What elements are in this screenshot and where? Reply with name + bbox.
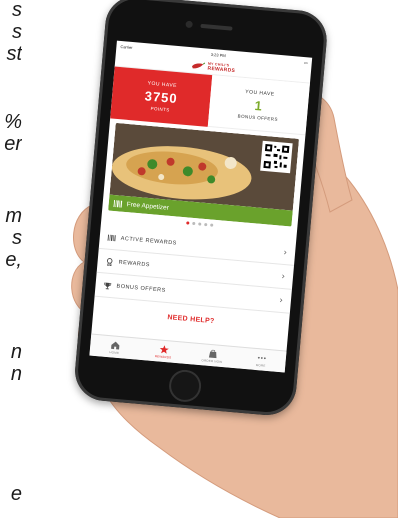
trophy-icon	[104, 282, 112, 289]
brand-bottom-text: REWARDS	[207, 65, 236, 74]
chevron-right-icon: ›	[280, 271, 286, 282]
bonus-caption: YOU HAVE	[245, 88, 275, 98]
app-screen: Carrier 3:23 PM ▭ MY CHILI'S REWARDS YOU…	[89, 40, 313, 373]
carousel-dot[interactable]	[203, 222, 207, 227]
bonus-box[interactable]: YOU HAVE 1 BONUS OFFERS	[207, 75, 310, 136]
edge-fragment: er	[4, 134, 22, 155]
edge-fragment: s	[12, 22, 22, 43]
barcode-icon	[107, 234, 116, 241]
tab-label: REWARDS	[154, 353, 172, 360]
bonus-value: 1	[254, 97, 264, 114]
carousel-dot[interactable]	[209, 223, 213, 227]
camera-icon	[185, 20, 193, 29]
bottom-tab-bar: HOME REWARDS ORDER NOW MORE	[89, 333, 287, 373]
edge-fragment: s	[12, 0, 22, 21]
rewards-menu: ACTIVE REWARDS › REWARDS › BONUS OFFERS …	[94, 224, 297, 314]
bonus-unit: BONUS OFFERS	[237, 112, 279, 122]
battery-icon: ▭	[303, 59, 308, 65]
tab-label: ORDER NOW	[201, 357, 223, 364]
chili-pepper-icon	[191, 61, 205, 68]
chevron-right-icon: ›	[278, 295, 284, 306]
ribbon-icon	[106, 257, 113, 266]
tab-label: MORE	[255, 362, 266, 368]
home-icon	[110, 341, 119, 349]
qr-code	[260, 140, 293, 174]
points-box[interactable]: YOU HAVE 3750 POINTS	[110, 66, 213, 127]
edge-fragment: %	[4, 112, 22, 133]
bag-icon	[208, 349, 216, 358]
tab-more[interactable]: MORE	[236, 347, 287, 372]
barcode-icon	[113, 199, 123, 208]
carousel-dot[interactable]	[185, 221, 189, 225]
phone-device: Carrier 3:23 PM ▭ MY CHILI'S REWARDS YOU…	[72, 0, 330, 418]
brand-logo: MY CHILI'S REWARDS	[207, 61, 235, 73]
edge-fragment: m	[5, 206, 22, 227]
tab-order-now[interactable]: ORDER NOW	[187, 343, 238, 368]
edge-fragment: e	[10, 484, 22, 505]
more-icon	[257, 356, 266, 359]
offer-card[interactable]: Free Appetizer	[108, 122, 300, 227]
carousel-dot[interactable]	[197, 222, 201, 226]
offer-title: Free Appetizer	[126, 200, 170, 212]
points-caption: YOU HAVE	[147, 80, 178, 90]
time-label: 3:23 PM	[210, 51, 226, 58]
edge-fragment: n	[10, 364, 22, 385]
need-help-link[interactable]: NEED HELP?	[93, 308, 289, 332]
edge-fragment: n	[10, 342, 22, 363]
carrier-label: Carrier	[120, 43, 133, 50]
edge-fragment: s	[12, 228, 22, 249]
points-value: 3750	[144, 88, 179, 107]
tab-home[interactable]: HOME	[89, 335, 140, 360]
tab-label: HOME	[109, 349, 120, 355]
star-icon	[159, 344, 169, 354]
edge-fragment: st	[6, 44, 22, 65]
menu-item-label: BONUS OFFERS	[116, 283, 167, 294]
speaker-grille	[200, 23, 233, 31]
home-button[interactable]	[167, 368, 203, 404]
chevron-right-icon: ›	[283, 247, 288, 258]
tab-rewards[interactable]: REWARDS	[138, 339, 189, 364]
edge-fragment: e,	[5, 250, 22, 271]
carousel-dot[interactable]	[191, 221, 195, 226]
points-unit: POINTS	[150, 105, 170, 113]
